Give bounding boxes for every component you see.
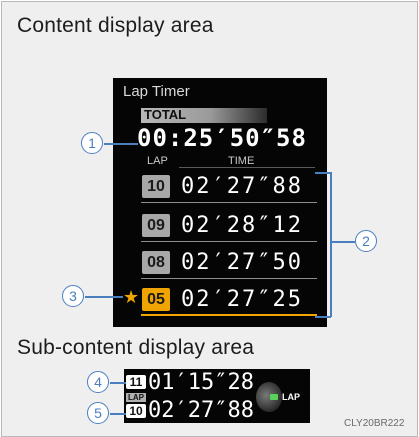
lap-row-divider — [141, 241, 317, 242]
content-display-area-heading: Content display area — [17, 14, 214, 37]
previous-lap-time: 02′27″88 — [148, 398, 254, 423]
callout-2-bracket — [330, 172, 332, 317]
lap-number-badge: 10 — [142, 175, 170, 198]
callout-2-bracket-bottom — [315, 316, 331, 318]
callout-3-leader — [85, 296, 123, 298]
sub-content-display-area-heading: Sub-content display area — [17, 336, 255, 359]
callout-4: 4 — [87, 371, 109, 393]
callout-2: 2 — [355, 230, 377, 252]
lap-switch-label: LAP — [282, 392, 300, 402]
best-lap-underline — [141, 314, 317, 316]
total-label: TOTAL — [144, 107, 187, 122]
time-column-header: TIME — [228, 155, 255, 167]
total-time: 00:25′50″58 — [137, 124, 307, 152]
best-lap-star-icon: ★ — [123, 287, 140, 307]
lap-row-divider — [141, 278, 317, 279]
callout-5-leader — [110, 413, 126, 415]
callout-1: 1 — [81, 132, 103, 154]
lap-time: 02′28″12 — [181, 213, 303, 238]
content-display-screen: Lap Timer TOTAL 00:25′50″58 LAP TIME 10 … — [113, 78, 327, 327]
callout-1-leader — [104, 143, 138, 145]
callout-2-leader — [331, 241, 355, 243]
best-lap-number-badge: 05 — [142, 288, 170, 311]
lap-time: 02′27″50 — [181, 250, 303, 275]
callout-3: 3 — [62, 285, 84, 307]
callout-5: 5 — [87, 402, 109, 424]
current-lap-badge: 11 — [126, 375, 146, 389]
steering-switch-icon — [256, 382, 282, 412]
image-code: CLY20BR222 — [344, 418, 405, 429]
lap-timer-title: Lap Timer — [123, 83, 190, 100]
green-indicator-icon — [270, 394, 278, 400]
lap-tag: LAP — [126, 393, 146, 402]
header-underline — [179, 167, 315, 168]
callout-4-leader — [110, 382, 126, 384]
lap-column-header: LAP — [147, 155, 168, 167]
callout-2-bracket-top — [315, 172, 331, 174]
sub-content-display-screen: 11 01′15″28 LAP 10 02′27″88 LAP — [124, 369, 310, 423]
lap-row-divider — [141, 202, 317, 203]
best-lap-time: 02′27″25 — [181, 287, 303, 312]
previous-lap-badge: 10 — [126, 404, 146, 418]
current-lap-time: 01′15″28 — [148, 370, 254, 395]
lap-number-badge: 09 — [142, 214, 170, 237]
lap-time: 02′27″88 — [181, 174, 303, 199]
lap-number-badge: 08 — [142, 251, 170, 274]
